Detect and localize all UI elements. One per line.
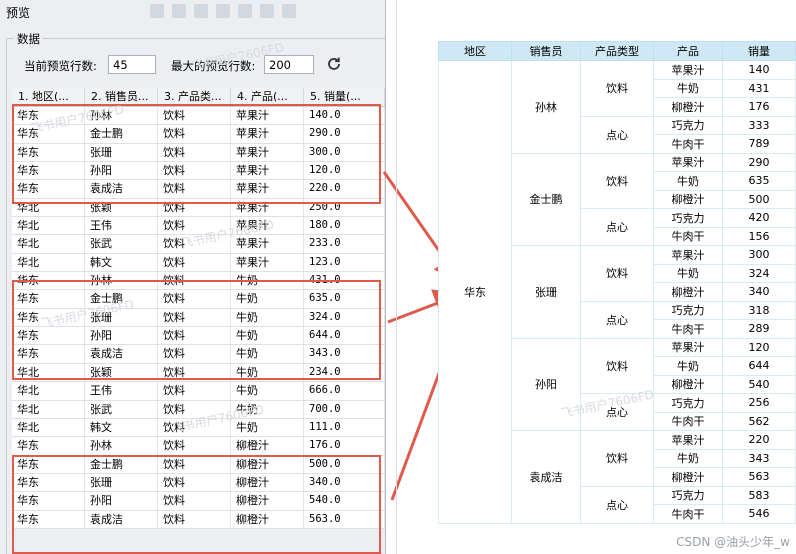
- pivot-qty-cell: 289: [722, 319, 796, 339]
- pivot-type-cell: 点心: [580, 300, 654, 339]
- pivot-qty-cell: 318: [722, 300, 796, 320]
- pivot-qty-cell: 140: [722, 60, 796, 80]
- pivot-region-cell: 华东: [438, 60, 512, 524]
- pivot-qty-cell: 220: [722, 430, 796, 450]
- pivot-product-cell: 苹果汁: [653, 245, 723, 265]
- pivot-salesperson-cell: 张珊: [511, 245, 581, 339]
- pivot-qty-cell: 176: [722, 97, 796, 117]
- pivot-qty-cell: 789: [722, 134, 796, 154]
- pivot-product-cell: 牛肉干: [653, 319, 723, 339]
- pivot-product-cell: 牛奶: [653, 356, 723, 376]
- pivot-product-cell: 牛奶: [653, 448, 723, 468]
- pivot-qty-cell: 546: [722, 504, 796, 524]
- pivot-product-cell: 柳橙汁: [653, 97, 723, 117]
- pivot-qty-cell: 120: [722, 337, 796, 357]
- pivot-qty-cell: 300: [722, 245, 796, 265]
- pivot-header: 产品类型: [580, 41, 654, 61]
- pivot-qty-cell: 343: [722, 448, 796, 468]
- pivot-product-cell: 苹果汁: [653, 430, 723, 450]
- pivot-product-cell: 牛肉干: [653, 504, 723, 524]
- pivot-qty-cell: 583: [722, 485, 796, 505]
- pivot-product-cell: 牛肉干: [653, 134, 723, 154]
- pivot-type-cell: 点心: [580, 485, 654, 524]
- pivot-product-cell: 牛奶: [653, 263, 723, 283]
- csdn-credit: CSDN @油头少年_w: [676, 535, 790, 549]
- pivot-product-cell: 柳橙汁: [653, 189, 723, 209]
- pivot-product-cell: 巧克力: [653, 115, 723, 135]
- pivot-salesperson-cell: 金士鹏: [511, 152, 581, 246]
- pivot-qty-cell: 431: [722, 78, 796, 98]
- pivot-qty-cell: 644: [722, 356, 796, 376]
- pivot-product-cell: 苹果汁: [653, 337, 723, 357]
- pivot-qty-cell: 156: [722, 226, 796, 246]
- pivot-product-cell: 柳橙汁: [653, 467, 723, 487]
- pivot-product-cell: 牛肉干: [653, 411, 723, 431]
- pivot-row: 华东 孙林 饮料 苹果汁 140: [438, 60, 796, 524]
- pivot-qty-cell: 635: [722, 171, 796, 191]
- pivot-header: 产品: [653, 41, 723, 61]
- pivot-qty-cell: 290: [722, 152, 796, 172]
- pivot-header: 地区: [438, 41, 512, 61]
- pivot-qty-cell: 333: [722, 115, 796, 135]
- pivot-product-cell: 巧克力: [653, 208, 723, 228]
- pivot-type-cell: 点心: [580, 208, 654, 246]
- pivot-salesperson-cell: 袁成洁: [511, 430, 581, 524]
- pivot-product-cell: 巧克力: [653, 393, 723, 413]
- pivot-product-cell: 牛奶: [653, 171, 723, 191]
- pivot-table: 地区 销售员 产品类型 产品 销量 华东 孙林 饮料 苹果汁 140 牛奶 431 柳橙汁 176 点心巧…: [438, 41, 796, 524]
- pivot-product-cell: 苹果汁: [653, 152, 723, 172]
- pivot-header: 销量: [722, 41, 796, 61]
- pivot-qty-cell: 324: [722, 263, 796, 283]
- pivot-qty-cell: 563: [722, 467, 796, 487]
- pivot-product-cell: 巧克力: [653, 300, 723, 320]
- pivot-type-cell: 饮料: [580, 245, 654, 302]
- pivot-type-cell: 点心: [580, 115, 654, 154]
- pivot-type-cell: 饮料: [580, 337, 654, 394]
- pivot-product-cell: 柳橙汁: [653, 374, 723, 394]
- pivot-product-cell: 苹果汁: [653, 60, 723, 80]
- pivot-type-cell: 饮料: [580, 430, 654, 487]
- pivot-qty-cell: 500: [722, 189, 796, 209]
- pivot-qty-cell: 420: [722, 208, 796, 228]
- pivot-qty-cell: 540: [722, 374, 796, 394]
- pivot-type-cell: 饮料: [580, 60, 654, 117]
- pivot-product-cell: 巧克力: [653, 485, 723, 505]
- pivot-qty-cell: 256: [722, 393, 796, 413]
- pivot-qty-cell: 340: [722, 282, 796, 302]
- pivot-salesperson-cell: 孙林: [511, 60, 581, 154]
- pivot-header: 销售员: [511, 41, 581, 61]
- pivot-product-cell: 牛肉干: [653, 226, 723, 246]
- pivot-type-cell: 饮料: [580, 152, 654, 209]
- pivot-product-cell: 牛奶: [653, 78, 723, 98]
- pivot-qty-cell: 562: [722, 411, 796, 431]
- pivot-product-cell: 柳橙汁: [653, 282, 723, 302]
